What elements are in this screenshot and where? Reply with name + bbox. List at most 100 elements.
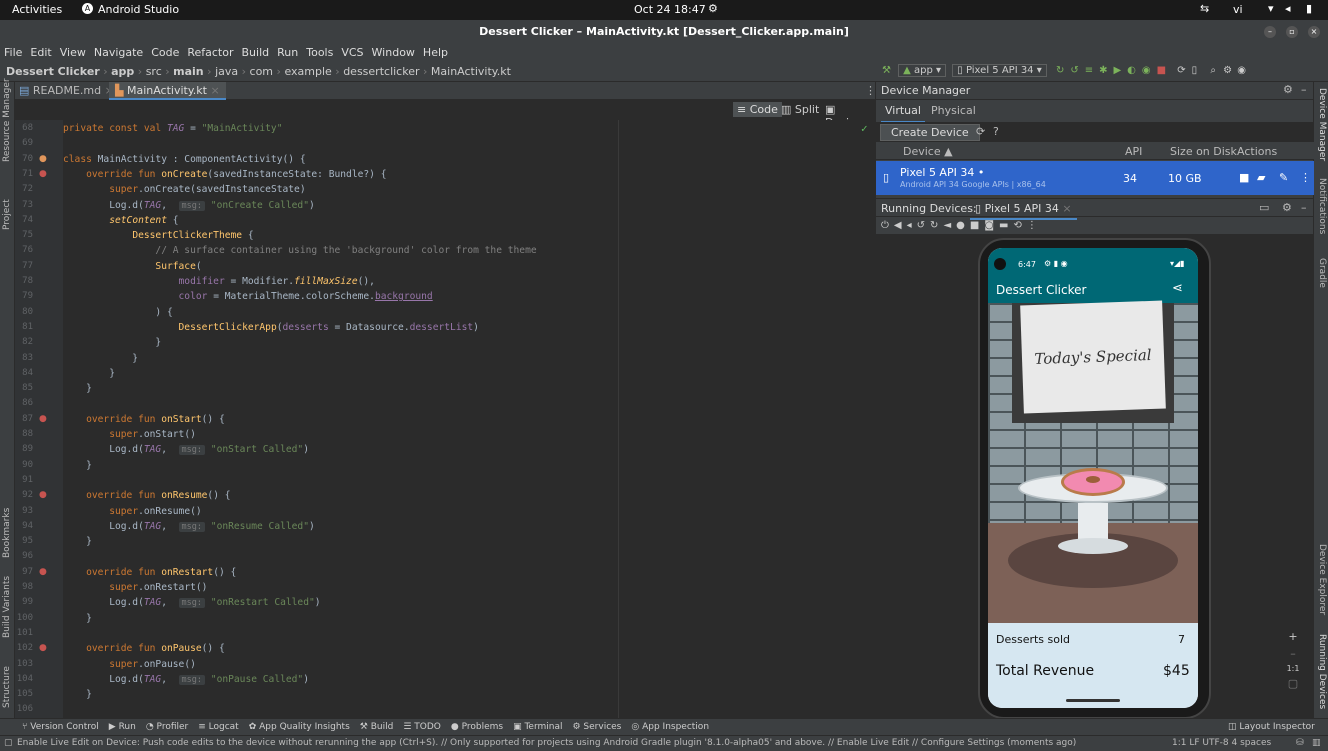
tab-virtual[interactable]: Virtual (881, 100, 925, 123)
home-icon[interactable]: ● (956, 220, 970, 231)
menu-run[interactable]: Run (273, 44, 302, 62)
git-icon[interactable]: ⛁ (1296, 738, 1304, 748)
menu-window[interactable]: Window (368, 44, 419, 62)
hide-icon[interactable]: – (1301, 83, 1307, 96)
edit-icon[interactable]: ✎ (1279, 171, 1288, 184)
breadcrumb-item[interactable]: example (284, 65, 331, 78)
stop-icon[interactable]: ■ (1157, 65, 1166, 76)
layout-inspector-button[interactable]: ◫ Layout Inspector (1228, 722, 1315, 732)
folder-icon[interactable]: ▰ (1257, 171, 1265, 184)
code-line[interactable]: Log.d(TAG, msg: "onStart Called") (63, 444, 309, 456)
code-line[interactable]: class MainActivity : ComponentActivity()… (63, 154, 306, 165)
breadcrumb-item[interactable]: src (146, 65, 162, 78)
tab-close-icon[interactable]: × (1062, 202, 1071, 215)
col-device[interactable]: Device ▲ (903, 145, 953, 158)
phone-screen[interactable]: 6:47 ⚙ ▮ ◉ ▾◢▮ Dessert Clicker ⋖ Today's… (988, 248, 1198, 708)
tool-version-control[interactable]: ⑂ Version Control (22, 722, 99, 732)
menu-vcs[interactable]: VCS (337, 44, 367, 62)
breadcrumb-item[interactable]: dessertclicker (343, 65, 419, 78)
snapshot-icon[interactable]: ⟲ (1013, 220, 1026, 231)
override-icon[interactable]: ● (39, 567, 47, 577)
running-device-tab[interactable]: ▯ Pixel 5 API 34 × (970, 199, 1077, 220)
code-line[interactable]: // A surface container using the 'backgr… (63, 245, 536, 256)
volume-up-icon[interactable]: ◀ (894, 220, 907, 231)
menu-edit[interactable]: Edit (26, 44, 55, 62)
code-line[interactable]: setContent { (63, 215, 178, 226)
help-icon[interactable]: ? (993, 125, 999, 138)
code-line[interactable]: override fun onPause() { (63, 643, 225, 654)
breadcrumb-item[interactable]: java (215, 65, 238, 78)
class-run-icon[interactable]: ● (39, 154, 47, 164)
menu-build[interactable]: Build (238, 44, 274, 62)
code-line[interactable]: } (63, 613, 92, 624)
tool-icons[interactable]: ⟳▯ (1177, 65, 1203, 76)
hammer-icon[interactable]: ⚒ (882, 65, 891, 76)
col-api[interactable]: API (1125, 145, 1142, 158)
menu-code[interactable]: Code (147, 44, 183, 62)
activities-button[interactable]: Activities (12, 3, 62, 16)
run-config-dropdown[interactable]: ▲ app ▾ (898, 64, 947, 77)
code-line[interactable]: } (63, 536, 92, 547)
tab-physical[interactable]: Physical (931, 100, 976, 121)
code-line[interactable]: super.onRestart() (63, 582, 207, 593)
record-icon[interactable]: ▬ (999, 220, 1013, 231)
tool-build[interactable]: ⚒ Build (360, 722, 394, 732)
tool-terminal[interactable]: ▣ Terminal (513, 722, 562, 732)
menu-tools[interactable]: Tools (302, 44, 337, 62)
breadcrumb-item[interactable]: com (250, 65, 274, 78)
code-line[interactable]: Log.d(TAG, msg: "onCreate Called") (63, 200, 315, 211)
code-line[interactable]: override fun onResume() { (63, 490, 230, 501)
overview-icon[interactable]: ■ (970, 220, 984, 231)
code-line[interactable]: } (63, 368, 115, 379)
override-icon[interactable]: ● (39, 414, 47, 424)
device-explorer-tab[interactable]: Device Explorer (1317, 544, 1327, 615)
rotate-right-icon[interactable]: ↻ (930, 220, 943, 231)
code-line[interactable]: super.onResume() (63, 506, 201, 517)
tool-services[interactable]: ⚙ Services (572, 722, 621, 732)
code-line[interactable]: modifier = Modifier.fillMaxSize(), (63, 276, 375, 287)
rotate-left-icon[interactable]: ↺ (917, 220, 930, 231)
code-line[interactable]: override fun onRestart() { (63, 567, 236, 578)
power-icon[interactable]: ⏻ (881, 220, 894, 231)
code-line[interactable]: Log.d(TAG, msg: "onPause Called") (63, 674, 309, 685)
code-line[interactable]: Log.d(TAG, msg: "onResume Called") (63, 521, 315, 532)
code-line[interactable]: } (63, 337, 161, 348)
split-mode-button[interactable]: ▥ Split (781, 103, 819, 116)
gear-icon[interactable]: ⚙ (1283, 83, 1293, 96)
code-editor[interactable]: ✓ private const val TAG = "MainActivity"… (63, 120, 875, 718)
minimize-icon[interactable]: – (1264, 26, 1276, 38)
code-line[interactable]: } (63, 460, 92, 471)
bookmarks-tab[interactable]: Bookmarks (2, 508, 12, 558)
code-line[interactable]: super.onPause() (63, 659, 196, 670)
override-icon[interactable]: ● (39, 490, 47, 500)
device-row[interactable]: ▯ Pixel 5 API 34 • Android API 34 Google… (876, 161, 1314, 195)
zoom-out-icon[interactable]: – (1284, 647, 1302, 660)
tool-todo[interactable]: ☰ TODO (403, 722, 441, 732)
hide-icon[interactable]: – (1301, 201, 1307, 214)
build-variants-tab[interactable]: Build Variants (2, 576, 12, 638)
override-icon[interactable]: ● (39, 643, 47, 653)
zoom-fit-icon[interactable]: ▢ (1284, 677, 1302, 690)
memory-icon[interactable]: ▥ (1312, 738, 1321, 748)
code-line[interactable]: } (63, 353, 138, 364)
resource-manager-tab[interactable]: Resource Manager (2, 78, 12, 162)
layout-icon[interactable]: ▭ (1259, 201, 1269, 214)
status-message[interactable]: Enable Live Edit on Device: Push code ed… (17, 738, 1167, 748)
code-line[interactable]: DessertClickerTheme { (63, 230, 253, 241)
refresh-icon[interactable]: ⟳ (976, 125, 985, 138)
status-toggle-icon[interactable]: ▢ (4, 738, 13, 748)
tab-readme[interactable]: ▤ README.md × (19, 84, 114, 97)
tab-close-icon[interactable]: × (210, 84, 219, 97)
code-mode-button[interactable]: ≡ Code (733, 102, 782, 117)
volume-down-icon[interactable]: ◂ (907, 220, 917, 231)
code-line[interactable]: Log.d(TAG, msg: "onRestart Called") (63, 597, 321, 609)
code-line[interactable]: ) { (63, 307, 172, 318)
tool-logcat[interactable]: ≡ Logcat (198, 722, 238, 732)
app-name[interactable]: Android Studio (98, 3, 179, 16)
search-icon[interactable]: ⌕ (1210, 65, 1216, 76)
tool-app-quality-insights[interactable]: ✿ App Quality Insights (249, 722, 350, 732)
gear-icon[interactable]: ⚙ (1223, 65, 1232, 76)
running-devices-tab[interactable]: Running Devices (1317, 634, 1327, 709)
zoom-in-icon[interactable]: + (1284, 630, 1302, 643)
structure-tab[interactable]: Structure (2, 666, 12, 708)
